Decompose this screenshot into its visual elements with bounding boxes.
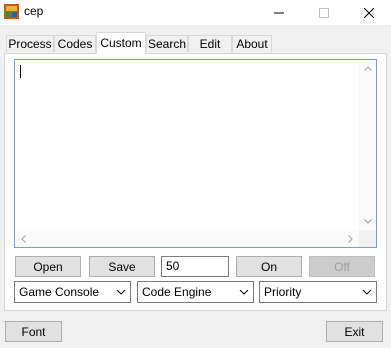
minimize-button[interactable] <box>256 0 301 25</box>
chevron-right-icon <box>348 234 353 243</box>
tab-edit[interactable]: Edit <box>188 35 232 52</box>
interval-input[interactable]: 50 <box>161 256 229 277</box>
scroll-up-button[interactable] <box>359 60 376 77</box>
maximize-icon <box>318 7 329 18</box>
chevron-up-icon <box>363 66 372 71</box>
horizontal-scrollbar[interactable] <box>15 230 359 247</box>
code-engine-value: Code Engine <box>142 285 212 299</box>
tab-codes[interactable]: Codes <box>54 35 96 52</box>
tab-process[interactable]: Process <box>6 35 54 52</box>
font-button[interactable]: Font <box>5 321 62 342</box>
tab-search[interactable]: Search <box>146 35 188 52</box>
tab-strip: Process Codes Custom Search Edit About <box>0 32 391 54</box>
scroll-left-button[interactable] <box>15 230 32 247</box>
chevron-down-icon <box>239 289 249 295</box>
chevron-left-icon <box>21 234 26 243</box>
game-console-select[interactable]: Game Console <box>14 281 131 303</box>
minimize-icon <box>273 12 284 13</box>
title-bar: cep <box>0 0 391 25</box>
exit-button[interactable]: Exit <box>326 321 383 342</box>
close-button[interactable] <box>346 0 391 25</box>
chevron-down-icon <box>116 289 126 295</box>
off-button[interactable]: Off <box>309 256 375 277</box>
chevron-down-icon <box>362 289 372 295</box>
maximize-button[interactable] <box>301 0 346 25</box>
priority-value: Priority <box>264 285 302 299</box>
scrollbar-corner <box>359 230 376 247</box>
scroll-right-button[interactable] <box>342 230 359 247</box>
priority-select[interactable]: Priority <box>259 281 377 303</box>
vertical-scrollbar[interactable] <box>359 60 376 230</box>
code-engine-select[interactable]: Code Engine <box>137 281 254 303</box>
app-icon <box>4 4 19 19</box>
on-button[interactable]: On <box>236 256 302 277</box>
scroll-down-button[interactable] <box>359 213 376 230</box>
game-console-value: Game Console <box>19 285 100 299</box>
save-button[interactable]: Save <box>89 256 155 277</box>
chevron-down-icon <box>363 219 372 224</box>
tab-about[interactable]: About <box>232 35 272 52</box>
code-editor[interactable] <box>14 59 377 248</box>
close-icon <box>363 7 374 18</box>
window-title: cep <box>24 4 44 18</box>
tab-custom[interactable]: Custom <box>96 32 146 54</box>
open-button[interactable]: Open <box>15 256 81 277</box>
text-caret <box>20 65 21 78</box>
